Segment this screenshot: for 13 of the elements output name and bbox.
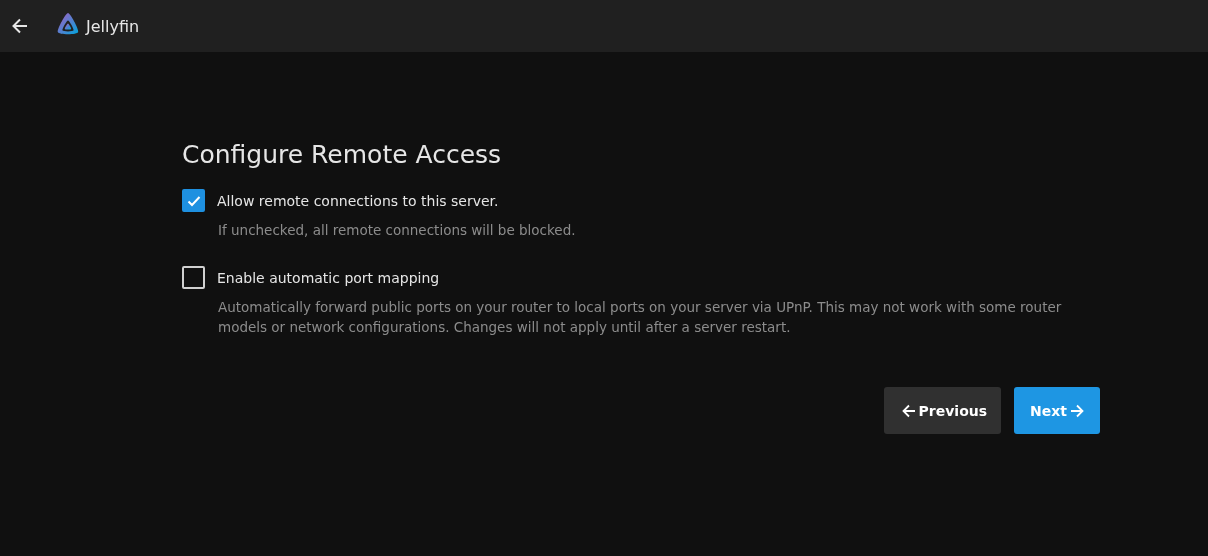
checkbox-label: Allow remote connections to this server. <box>217 192 499 209</box>
checkbox[interactable] <box>182 266 205 289</box>
back-button[interactable] <box>10 16 30 36</box>
back-arrow-icon <box>10 16 30 36</box>
left-arrow-icon <box>901 403 916 418</box>
previous-button[interactable]: Previous <box>883 387 1002 434</box>
app-name: Jellyfin <box>86 16 140 36</box>
right-arrow-icon <box>1070 403 1084 418</box>
option-description: Automatically forward public ports on your router to local ports on your server via UPnP. This may not work with some router models or network configurations. Changes will not apply until after a server restart. <box>218 298 1063 337</box>
checkbox-label: Enable automatic port mapping <box>217 269 440 286</box>
option-description: If unchecked, all remote connections will be blocked. <box>218 221 577 240</box>
page-title: Configure Remote Access <box>182 140 503 169</box>
checkbox[interactable] <box>182 189 205 212</box>
